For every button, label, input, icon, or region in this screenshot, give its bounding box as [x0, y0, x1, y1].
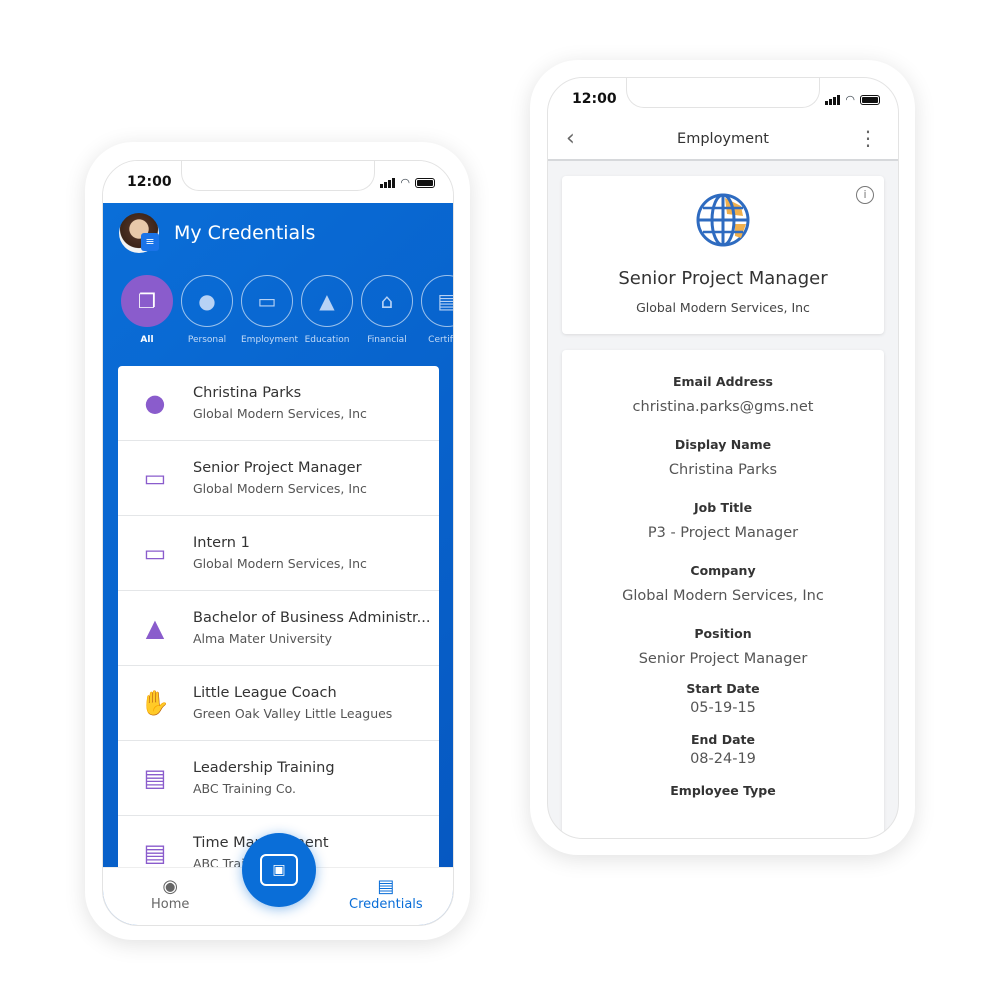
- credentials-phone: 12:00 ◠ ≡ My Credentials ❐ All ● Personal ▭ E…: [85, 142, 470, 940]
- credential-issuer: Global Modern Services, Inc: [636, 300, 810, 315]
- detail-field: Position Senior Project Manager: [638, 626, 808, 667]
- briefcase-icon: ▭: [241, 275, 293, 327]
- detail-field: Start Date 05-19-15: [686, 681, 760, 716]
- credential-item[interactable]: ● Christina Parks Global Modern Services, …: [118, 366, 439, 441]
- credential-item[interactable]: ▤ Leadership Training ABC Training Co.: [118, 741, 439, 816]
- briefcase-icon: ▭: [143, 464, 167, 492]
- category-personal[interactable]: ● Personal: [181, 275, 233, 345]
- status-bar: 12:00 ◠: [103, 161, 453, 203]
- certificate-icon: ▤: [143, 839, 167, 867]
- category-education[interactable]: ▲ Education: [301, 275, 353, 345]
- battery-icon: [415, 177, 435, 188]
- home-icon: ◉: [162, 876, 179, 897]
- handshake-icon: ✋: [140, 689, 170, 717]
- nav-credentials[interactable]: ▤ Credentials: [349, 876, 423, 912]
- credential-item[interactable]: ▭ Intern 1 Global Modern Services, Inc: [118, 516, 439, 591]
- credential-list: ● Christina Parks Global Modern Services, …: [118, 366, 439, 891]
- info-icon[interactable]: i: [856, 186, 874, 204]
- signal-icon: [380, 177, 396, 188]
- credential-item[interactable]: ✋ Little League Coach Green Oak Valley Lit…: [118, 666, 439, 741]
- more-options-icon[interactable]: ⋮: [858, 126, 878, 150]
- detail-field: Company Global Modern Services, Inc: [622, 563, 824, 604]
- person-icon: ●: [144, 389, 166, 417]
- certificate-icon: ▤: [143, 764, 167, 792]
- scan-qr-button[interactable]: ▣: [242, 833, 316, 907]
- credential-item[interactable]: ▭ Senior Project Manager Global Modern Ser…: [118, 441, 439, 516]
- detail-field: Email Address christina.parks@gms.net: [632, 374, 814, 415]
- signal-icon: [825, 94, 841, 105]
- nav-home[interactable]: ◉ Home: [151, 876, 189, 912]
- briefcase-icon: ▭: [143, 539, 167, 567]
- status-bar: 12:00 ◠: [548, 78, 898, 120]
- detail-field: End Date 08-24-19: [690, 732, 756, 767]
- graduation-cap-icon: ▲: [301, 275, 353, 327]
- category-all[interactable]: ❐ All: [121, 275, 173, 345]
- battery-icon: [860, 94, 880, 105]
- category-certifica[interactable]: ▤Certifica: [421, 275, 453, 345]
- graduation-cap-icon: ▲: [145, 614, 165, 642]
- menu-icon[interactable]: ≡: [141, 233, 159, 251]
- detail-field: Employee Type: [670, 783, 776, 798]
- wifi-icon: ◠: [400, 176, 410, 189]
- bank-icon: ⌂: [361, 275, 413, 327]
- person-icon: ●: [181, 275, 233, 327]
- category-employment[interactable]: ▭ Employment: [241, 275, 298, 345]
- credential-item[interactable]: ▲ Bachelor of Business Administr... Alma M…: [118, 591, 439, 666]
- credential-title: Senior Project Manager: [618, 268, 828, 289]
- certificate-icon: ▤: [421, 275, 453, 327]
- status-time: 12:00: [572, 91, 617, 107]
- credential-details-card: Email Address christina.parks@gms.net Disp…: [562, 350, 884, 838]
- top-bar: ‹ Employment ⋮: [548, 120, 898, 161]
- credential-detail-phone: 12:00 ◠ ‹ Employment ⋮ i Senior Project …: [530, 60, 915, 855]
- qr-code-icon: ▣: [260, 854, 298, 886]
- page-title: My Credentials: [174, 222, 316, 244]
- stack-icon: ❐: [121, 275, 173, 327]
- detail-field: Job Title P3 - Project Manager: [647, 500, 799, 541]
- wifi-icon: ◠: [845, 93, 855, 106]
- globe-icon: [696, 193, 750, 247]
- status-time: 12:00: [127, 174, 172, 190]
- page-title: Employment: [677, 131, 769, 147]
- credential-summary-card: i Senior Project Manager Global Modern S…: [562, 176, 884, 334]
- category-financial[interactable]: ⌂ Financial: [361, 275, 413, 345]
- detail-field: Display Name Christina Parks: [668, 437, 778, 478]
- credentials-icon: ▤: [377, 876, 395, 897]
